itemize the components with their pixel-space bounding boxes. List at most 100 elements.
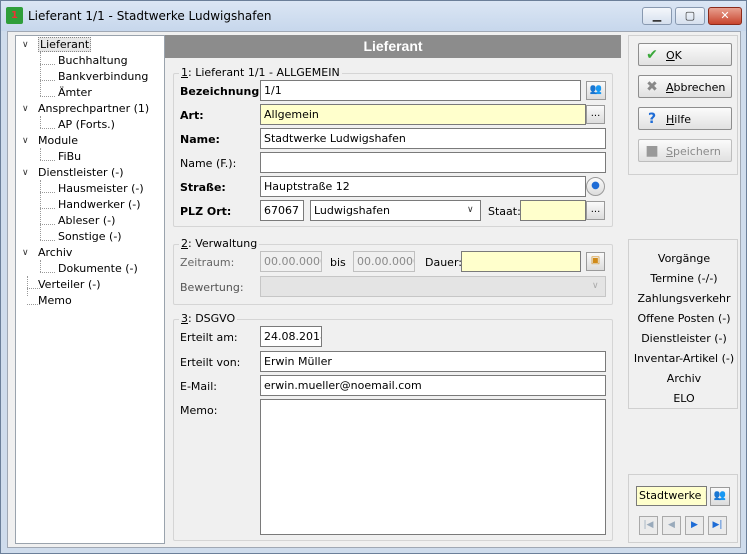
tree-item-ansprechpartner[interactable]: Ansprechpartner (1): [38, 102, 149, 116]
strasse-field[interactable]: Hauptstraße 12: [260, 176, 586, 197]
next-record-icon[interactable]: ▶: [685, 516, 704, 535]
tree-item-memo[interactable]: Memo: [38, 294, 72, 308]
strasse-label: Straße:: [180, 181, 226, 194]
main-panel: Lieferant 1: Lieferant 1/1 - ALLGEMEIN B…: [165, 35, 621, 544]
erteilt-am-label: Erteilt am:: [180, 331, 238, 344]
memo-textarea[interactable]: [260, 399, 606, 535]
cancel-button[interactable]: ✖ Abbrechen: [638, 75, 732, 98]
tree-item-buchhaltung[interactable]: Buchhaltung: [58, 54, 128, 68]
floppy-disk-icon: ■: [645, 143, 659, 159]
memo-label: Memo:: [180, 404, 218, 417]
bis-label: bis: [330, 256, 346, 269]
links-panel: Vorgänge Termine (-/-) Zahlungsverkehr O…: [628, 239, 738, 409]
staat-field[interactable]: [520, 200, 586, 221]
tree-item-lieferant[interactable]: Lieferant: [38, 37, 92, 52]
help-button[interactable]: ? Hilfe: [638, 107, 732, 130]
chevron-down-icon[interactable]: ∨: [22, 166, 32, 180]
link-offene-posten[interactable]: Offene Posten (-): [629, 312, 739, 326]
zeitraum-label: Zeitraum:: [180, 256, 235, 269]
chevron-down-icon[interactable]: ∨: [22, 246, 32, 260]
tree-item-handwerker[interactable]: Handwerker (-): [58, 198, 141, 212]
link-elo[interactable]: ELO: [629, 392, 739, 406]
close-icon: ✕: [720, 9, 730, 22]
name-field[interactable]: Stadtwerke Ludwigshafen: [260, 128, 606, 149]
email-label: E-Mail:: [180, 380, 217, 393]
bezeichnung-field[interactable]: 1/1: [260, 80, 581, 101]
art-label: Art:: [180, 109, 204, 122]
question-icon: ?: [647, 111, 657, 127]
group-allgemein-title: 1: Lieferant 1/1 - ALLGEMEIN: [179, 66, 342, 79]
group-dsgvo-title: 3: DSGVO: [179, 312, 238, 325]
zeitraum-von-field[interactable]: 00.00.0000: [260, 251, 322, 272]
globe-icon[interactable]: ●: [586, 177, 605, 196]
people-icon[interactable]: 👥: [710, 487, 730, 506]
chevron-down-icon[interactable]: ∨: [22, 102, 32, 116]
link-zahlungsverkehr[interactable]: Zahlungsverkehr: [629, 292, 739, 306]
tree-item-archiv[interactable]: Archiv: [38, 246, 72, 260]
title-bar[interactable]: 1 Lieferant 1/1 - Stadtwerke Ludwigshafe…: [1, 1, 746, 31]
bewertung-label: Bewertung:: [180, 281, 244, 294]
erteilt-von-label: Erteilt von:: [180, 356, 241, 369]
link-inventar-artikel[interactable]: Inventar-Artikel (-): [629, 352, 739, 366]
close-button[interactable]: ✕: [708, 7, 742, 25]
plz-field[interactable]: 67067: [260, 200, 304, 221]
page-title: Lieferant: [165, 35, 621, 58]
application-window: 1 Lieferant 1/1 - Stadtwerke Ludwigshafe…: [0, 0, 747, 554]
first-record-icon[interactable]: |◀: [639, 516, 658, 535]
previous-record-icon[interactable]: ◀: [662, 516, 681, 535]
staat-browse-button[interactable]: ...: [586, 201, 605, 220]
navigator-search-field[interactable]: Stadtwerke L: [636, 486, 707, 506]
tree-item-bankverbindung[interactable]: Bankverbindung: [58, 70, 148, 84]
zeitraum-bis-field[interactable]: 00.00.0000: [353, 251, 415, 272]
tree-item-ap-forts[interactable]: AP (Forts.): [58, 118, 115, 132]
tree-item-dienstleister[interactable]: Dienstleister (-): [38, 166, 124, 180]
tree-item-verteiler[interactable]: Verteiler (-): [38, 278, 101, 292]
erteilt-von-field[interactable]: Erwin Müller: [260, 351, 606, 372]
group-verwaltung-title: 2: Verwaltung: [179, 237, 260, 250]
chevron-down-icon: ∨: [467, 205, 474, 215]
chevron-down-icon[interactable]: ∨: [22, 134, 32, 148]
tree-item-fibu[interactable]: FiBu: [58, 150, 81, 164]
link-dienstleister[interactable]: Dienstleister (-): [629, 332, 739, 346]
name-f-label: Name (F.):: [180, 157, 237, 170]
lock-open-icon[interactable]: ▣: [586, 252, 605, 271]
minimize-icon: ▁: [652, 9, 662, 22]
email-field[interactable]: erwin.mueller@noemail.com: [260, 375, 606, 396]
chevron-down-icon: ∨: [592, 281, 599, 291]
link-termine[interactable]: Termine (-/-): [629, 272, 739, 286]
save-button[interactable]: ■ Speichern: [638, 139, 732, 162]
maximize-icon: ▢: [684, 9, 696, 22]
tree-item-dokumente[interactable]: Dokumente (-): [58, 262, 138, 276]
dauer-label: Dauer:: [425, 256, 462, 269]
minimize-button[interactable]: ▁: [642, 7, 672, 25]
window-title: Lieferant 1/1 - Stadtwerke Ludwigshafen: [28, 9, 272, 23]
chevron-down-icon[interactable]: ∨: [22, 38, 32, 52]
ort-combobox[interactable]: Ludwigshafen ∨: [310, 200, 481, 221]
dauer-field[interactable]: [461, 251, 581, 272]
bewertung-combobox[interactable]: ∨: [260, 276, 606, 297]
bezeichnung-label: Bezeichnung:: [180, 85, 264, 98]
tree-item-ableser[interactable]: Ableser (-): [58, 214, 115, 228]
tree-item-aemter[interactable]: Ämter: [58, 86, 92, 100]
name-f-field[interactable]: [260, 152, 606, 173]
link-archiv[interactable]: Archiv: [629, 372, 739, 386]
tree-item-hausmeister[interactable]: Hausmeister (-): [58, 182, 144, 196]
navigator-panel: Stadtwerke L 👥 |◀ ◀ ▶ ▶|: [628, 474, 738, 543]
ok-button[interactable]: ✔ OK: [638, 43, 732, 66]
art-field[interactable]: Allgemein: [260, 104, 586, 125]
action-panel: ✔ OK ✖ Abbrechen ? Hilfe ■ Speichern: [628, 35, 738, 175]
tree-item-sonstige[interactable]: Sonstige (-): [58, 230, 122, 244]
checkmark-icon: ✔: [646, 47, 658, 63]
navigation-tree[interactable]: ∨ Lieferant Buchhaltung Bankverbindung Ä…: [15, 35, 165, 544]
erteilt-am-field[interactable]: 24.08.2018: [260, 326, 322, 347]
people-icon[interactable]: 👥: [586, 81, 606, 100]
app-icon[interactable]: 1: [6, 7, 23, 24]
last-record-icon[interactable]: ▶|: [708, 516, 727, 535]
cancel-x-icon: ✖: [646, 79, 658, 95]
name-label: Name:: [180, 133, 220, 146]
plz-ort-label: PLZ Ort:: [180, 205, 232, 218]
link-vorgaenge[interactable]: Vorgänge: [629, 252, 739, 266]
art-browse-button[interactable]: ...: [586, 105, 605, 124]
tree-item-module[interactable]: Module: [38, 134, 78, 148]
maximize-button[interactable]: ▢: [675, 7, 705, 25]
